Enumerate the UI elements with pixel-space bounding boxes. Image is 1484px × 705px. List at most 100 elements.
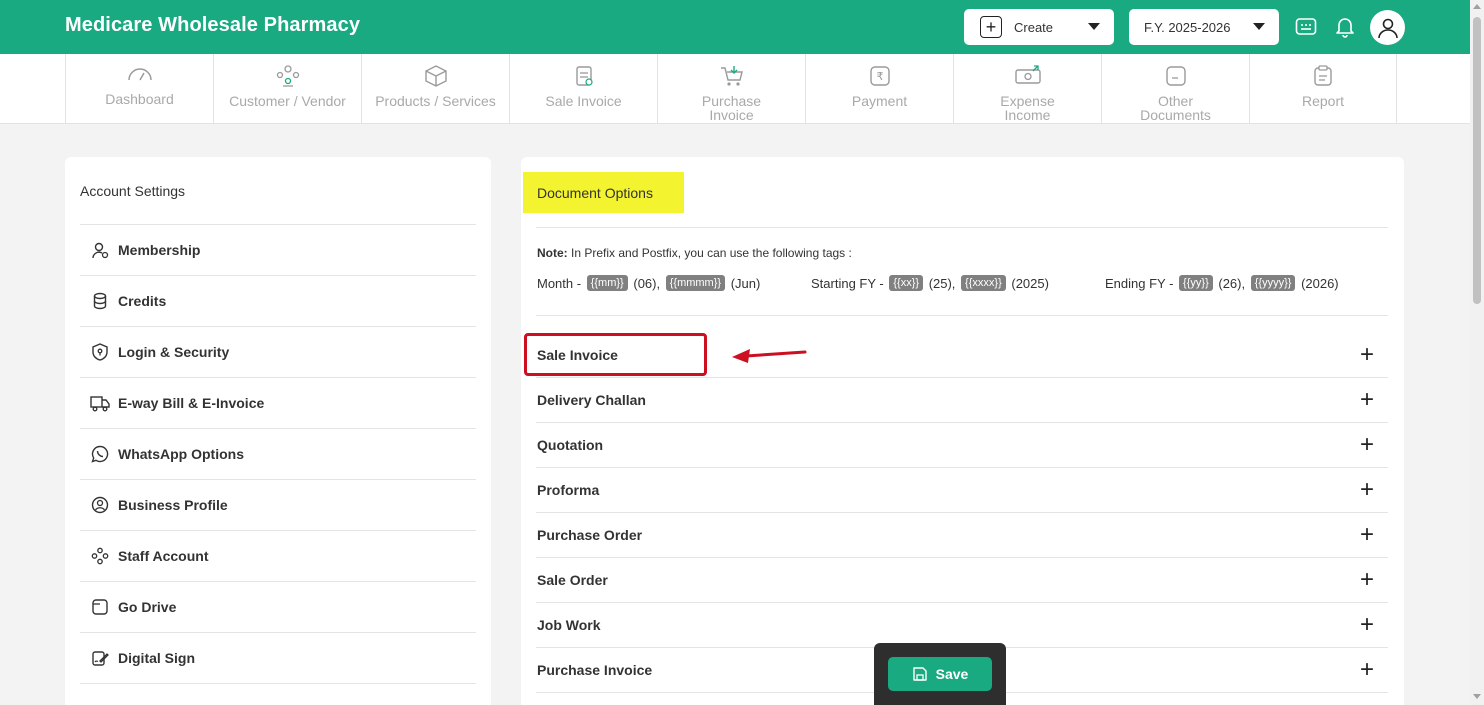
scroll-up-icon[interactable] — [1473, 4, 1481, 9]
section-job-work[interactable]: Job Work + — [536, 603, 1388, 648]
settings-item-label: WhatsApp Options — [118, 446, 244, 462]
box-icon — [424, 65, 447, 87]
settings-item-label: E-way Bill & E-Invoice — [118, 395, 265, 411]
settings-item-business-profile[interactable]: Business Profile — [80, 480, 476, 531]
section-label: Sale Order — [537, 572, 608, 588]
settings-item-membership[interactable]: Membership — [80, 225, 476, 276]
settings-item-go-drive[interactable]: Go Drive — [80, 582, 476, 633]
section-label: Job Work — [537, 617, 601, 633]
tag-value: (Jun) — [730, 275, 761, 291]
section-label: Delivery Challan — [537, 392, 646, 408]
document-options-panel: Document Options Note: In Prefix and Pos… — [521, 157, 1404, 705]
cash-icon — [1014, 65, 1041, 84]
scrollbar-thumb[interactable] — [1473, 17, 1481, 304]
tag-chip: {{mmmm}} — [665, 275, 726, 291]
tag-chip: {{xx}} — [889, 275, 924, 291]
settings-item-label: Digital Sign — [118, 650, 195, 666]
gauge-icon — [127, 68, 152, 81]
settings-item-digital-sign[interactable]: Digital Sign — [80, 633, 476, 684]
tags-note: Note: In Prefix and Postfix, you can use… — [537, 246, 852, 260]
nav-item-label: Expense Income — [1000, 93, 1055, 123]
page-scrollbar[interactable] — [1470, 0, 1484, 705]
annotation-arrow-icon — [732, 349, 807, 363]
nav-item-label: Payment — [851, 93, 908, 109]
note-text: In Prefix and Postfix, you can use the f… — [567, 246, 852, 260]
sign-icon — [90, 648, 110, 668]
brand-name[interactable]: Medicare Wholesale Pharmacy — [65, 14, 360, 37]
nav-item-customer-vendor[interactable]: Customer / Vendor — [213, 54, 361, 124]
coins-icon — [90, 291, 110, 311]
tag-value: (26), — [1218, 275, 1246, 291]
users-icon — [276, 65, 299, 87]
tag-value: (2025) — [1011, 275, 1049, 291]
nav-item-label: Sale Invoice — [545, 93, 622, 109]
clipboard-icon — [1314, 65, 1332, 86]
section-purchase-order[interactable]: Purchase Order + — [536, 513, 1388, 558]
plus-icon[interactable]: + — [1360, 343, 1374, 367]
drive-icon — [90, 597, 110, 617]
save-button[interactable]: Save — [888, 657, 992, 691]
tag-group-label: Month - — [537, 275, 582, 291]
save-icon — [912, 667, 927, 681]
section-proforma[interactable]: Proforma + — [536, 468, 1388, 513]
bell-icon[interactable] — [1331, 13, 1359, 41]
nav-item-purchase-invoice[interactable]: Purchase Invoice — [657, 54, 805, 124]
settings-item-eway-bill[interactable]: E-way Bill & E-Invoice — [80, 378, 476, 429]
calculator-icon[interactable] — [1292, 13, 1320, 41]
settings-item-login-security[interactable]: Login & Security — [80, 327, 476, 378]
avatar[interactable] — [1370, 10, 1405, 45]
account-settings-list: Membership Credits Login & Security E-wa… — [80, 224, 476, 684]
document-icon — [1165, 66, 1186, 86]
rupee-icon: ₹ — [869, 66, 890, 86]
plus-icon[interactable]: + — [1360, 613, 1374, 637]
plus-icon[interactable]: + — [1360, 433, 1374, 457]
nav-item-label: Report — [1301, 93, 1345, 109]
nav-item-other-documents[interactable]: Other Documents — [1101, 54, 1249, 124]
nav-item-dashboard[interactable]: Dashboard — [65, 54, 213, 124]
plus-icon[interactable]: + — [1360, 568, 1374, 592]
module-nav: Dashboard Customer / Vendor Products / S… — [0, 54, 1470, 124]
tag-group-label: Ending FY - — [1105, 275, 1174, 291]
section-label: Purchase Invoice — [537, 662, 653, 678]
financial-year-select[interactable]: F.Y. 2025-2026 — [1129, 9, 1279, 45]
settings-item-label: Login & Security — [118, 344, 230, 360]
settings-item-whatsapp[interactable]: WhatsApp Options — [80, 429, 476, 480]
nav-item-label: Purchase Invoice — [701, 93, 762, 123]
nav-item-report[interactable]: Report — [1249, 54, 1397, 124]
nav-item-label: Customer / Vendor — [229, 93, 346, 109]
nav-item-expense-income[interactable]: Expense Income — [953, 54, 1101, 124]
create-button[interactable]: + Create — [964, 9, 1114, 45]
truck-icon — [90, 393, 110, 413]
section-quotation[interactable]: Quotation + — [536, 423, 1388, 468]
settings-item-credits[interactable]: Credits — [80, 276, 476, 327]
panel-title: Document Options — [523, 172, 684, 213]
nav-item-payment[interactable]: ₹ Payment — [805, 54, 953, 124]
section-delivery-challan[interactable]: Delivery Challan + — [536, 378, 1388, 423]
plus-icon[interactable]: + — [1360, 478, 1374, 502]
ending-fy-tags: Ending FY - {{yy}} (26), {{yyyy}} (2026) — [1105, 275, 1339, 291]
settings-item-label: Membership — [118, 242, 201, 258]
section-label: Purchase Order — [537, 527, 643, 543]
nav-item-label: Other Documents — [1140, 93, 1211, 123]
plus-icon[interactable]: + — [1360, 658, 1374, 682]
section-sale-order[interactable]: Sale Order + — [536, 558, 1388, 603]
nav-item-label: Dashboard — [105, 91, 174, 107]
create-label: Create — [1014, 19, 1054, 35]
plus-icon[interactable]: + — [1360, 523, 1374, 547]
staff-icon — [90, 546, 110, 566]
plus-icon[interactable]: + — [1360, 388, 1374, 412]
chevron-down-icon — [1253, 23, 1265, 30]
tag-value: (06), — [633, 275, 661, 291]
settings-item-staff-account[interactable]: Staff Account — [80, 531, 476, 582]
nav-item-sale-invoice[interactable]: Sale Invoice — [509, 54, 657, 124]
tag-chip: {{yyyy}} — [1250, 275, 1296, 291]
financial-year-label: F.Y. 2025-2026 — [1144, 19, 1231, 35]
scroll-down-icon[interactable] — [1473, 694, 1481, 699]
chevron-down-icon — [1088, 23, 1100, 30]
tag-chip: {{xxxx}} — [961, 275, 1006, 291]
nav-item-products-services[interactable]: Products / Services — [361, 54, 509, 124]
tag-group-label: Starting FY - — [811, 275, 884, 291]
document-sections-list: Sale Invoice + Delivery Challan + Quotatio… — [536, 333, 1388, 693]
cart-icon — [720, 66, 743, 86]
plus-icon: + — [980, 16, 1002, 38]
